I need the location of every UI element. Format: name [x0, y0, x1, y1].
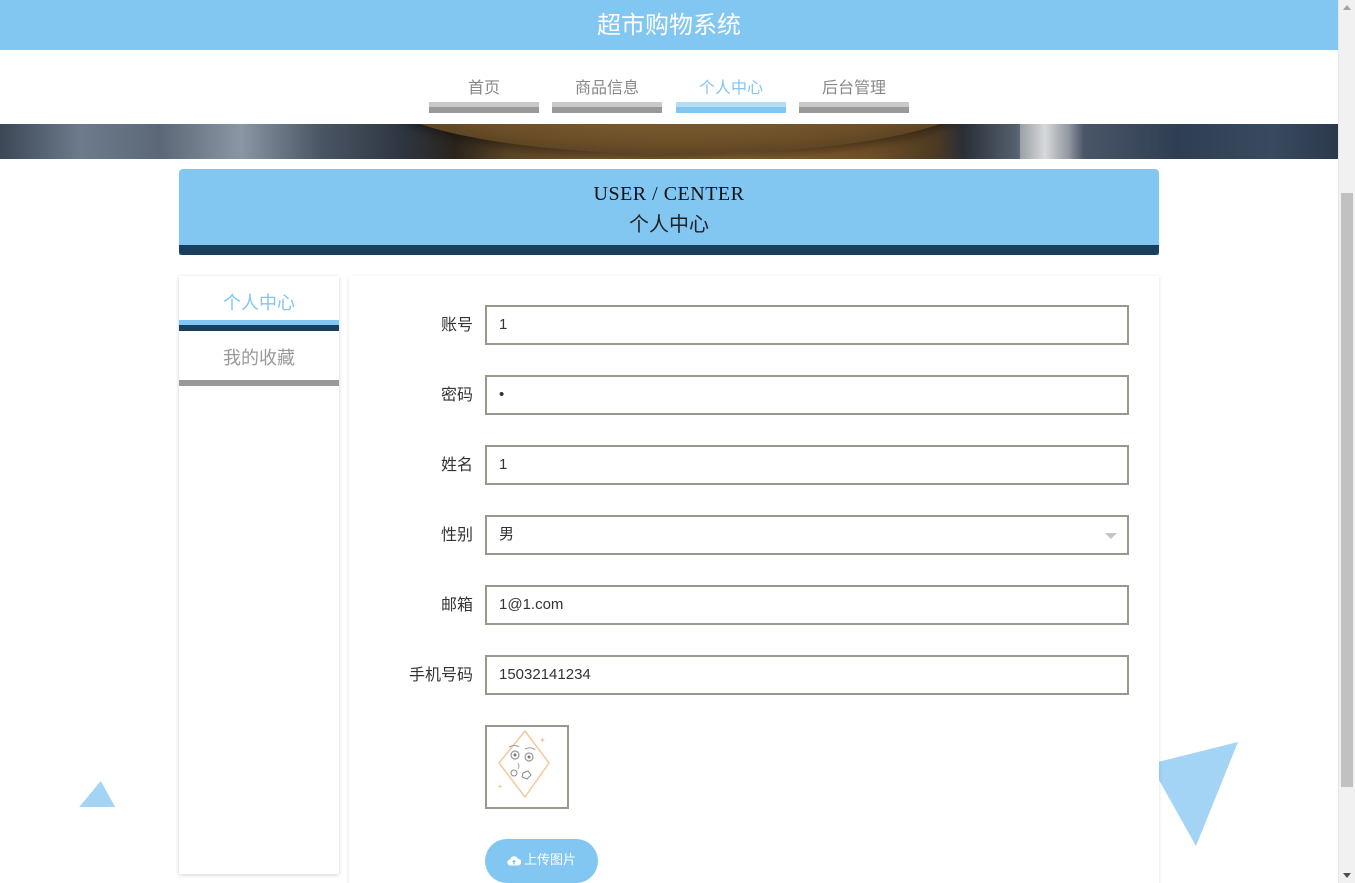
form-row-password: 密码 •	[349, 375, 1159, 415]
sidebar: 个人中心 我的收藏	[179, 276, 339, 874]
account-input[interactable]: 1	[485, 305, 1129, 345]
sidebar-item-user-center[interactable]: 个人中心	[179, 276, 339, 331]
password-label: 密码	[440, 385, 473, 404]
gender-select[interactable]: 男	[485, 515, 1129, 555]
decor-triangle-left	[79, 781, 119, 807]
nav-underline	[799, 102, 909, 113]
upload-image-button[interactable]: 上传图片	[485, 839, 598, 883]
nav-item-label: 首页	[467, 78, 500, 97]
svg-text:✦: ✦	[497, 783, 503, 791]
account-label: 账号	[440, 315, 473, 334]
sidebar-item-label: 个人中心	[223, 293, 295, 314]
chevron-down-icon	[1105, 533, 1117, 539]
phone-label: 手机号码	[408, 665, 473, 684]
gender-selected-value: 男	[499, 526, 515, 543]
nav-item-admin[interactable]: 后台管理	[799, 50, 909, 113]
top-header: 超市购物系统	[0, 0, 1338, 50]
svg-text:✦: ✦	[539, 736, 546, 745]
cloud-upload-icon	[507, 855, 521, 866]
name-input[interactable]: 1	[485, 445, 1129, 485]
section-header: USER / CENTER 个人中心	[179, 169, 1159, 255]
nav-item-home[interactable]: 首页	[429, 50, 539, 113]
form-row-account: 账号 1	[349, 305, 1159, 345]
nav-item-label: 个人中心	[698, 78, 763, 97]
sidebar-item-label: 我的收藏	[223, 348, 295, 369]
email-label: 邮箱	[440, 595, 473, 614]
profile-form-panel: 账号 1 密码 • 姓名 1 性别 男 邮箱 1@1.com 手机号码 1503…	[349, 276, 1159, 883]
scrollbar-thumb[interactable]	[1341, 193, 1353, 787]
upload-button-label: 上传图片	[523, 853, 576, 868]
avatar-preview: ✦ ✦	[485, 725, 569, 809]
email-input[interactable]: 1@1.com	[485, 585, 1129, 625]
scroll-down-arrow-icon[interactable]	[1343, 873, 1351, 878]
scroll-up-arrow-icon[interactable]	[1343, 5, 1351, 10]
form-row-gender: 性别 男	[349, 515, 1159, 555]
nav-item-user-center[interactable]: 个人中心	[676, 50, 786, 113]
section-title-en: USER / CENTER	[593, 183, 745, 205]
form-row-phone: 手机号码 15032141234	[349, 655, 1159, 695]
section-header-underline	[179, 245, 1159, 255]
banner-plate	[380, 124, 980, 154]
page-scrollbar[interactable]	[1338, 0, 1355, 883]
phone-input[interactable]: 15032141234	[485, 655, 1129, 695]
site-title: 超市购物系统	[597, 11, 741, 39]
password-input[interactable]: •	[485, 375, 1129, 415]
banner-knife	[1020, 124, 1070, 159]
sidebar-item-underline	[179, 380, 339, 386]
nav-item-label: 后台管理	[821, 78, 886, 97]
decor-triangle-right	[1150, 742, 1238, 846]
banner-image	[0, 124, 1338, 159]
nav-item-label: 商品信息	[574, 78, 639, 97]
section-title-cn: 个人中心	[629, 212, 709, 236]
form-row-name: 姓名 1	[349, 445, 1159, 485]
form-row-email: 邮箱 1@1.com	[349, 585, 1159, 625]
avatar-image: ✦ ✦	[497, 729, 550, 799]
nav-underline	[429, 102, 539, 113]
nav-underline	[676, 102, 786, 113]
main-nav: 首页 商品信息 个人中心 后台管理	[0, 50, 1338, 124]
nav-underline	[552, 102, 662, 113]
sidebar-item-underline	[179, 320, 339, 331]
gender-label: 性别	[440, 525, 473, 544]
name-label: 姓名	[440, 455, 473, 474]
sidebar-item-favorites[interactable]: 我的收藏	[179, 331, 339, 386]
page: 超市购物系统 首页 商品信息 个人中心 后台管理 USER / CENTER 个…	[0, 0, 1338, 883]
nav-item-products[interactable]: 商品信息	[552, 50, 662, 113]
